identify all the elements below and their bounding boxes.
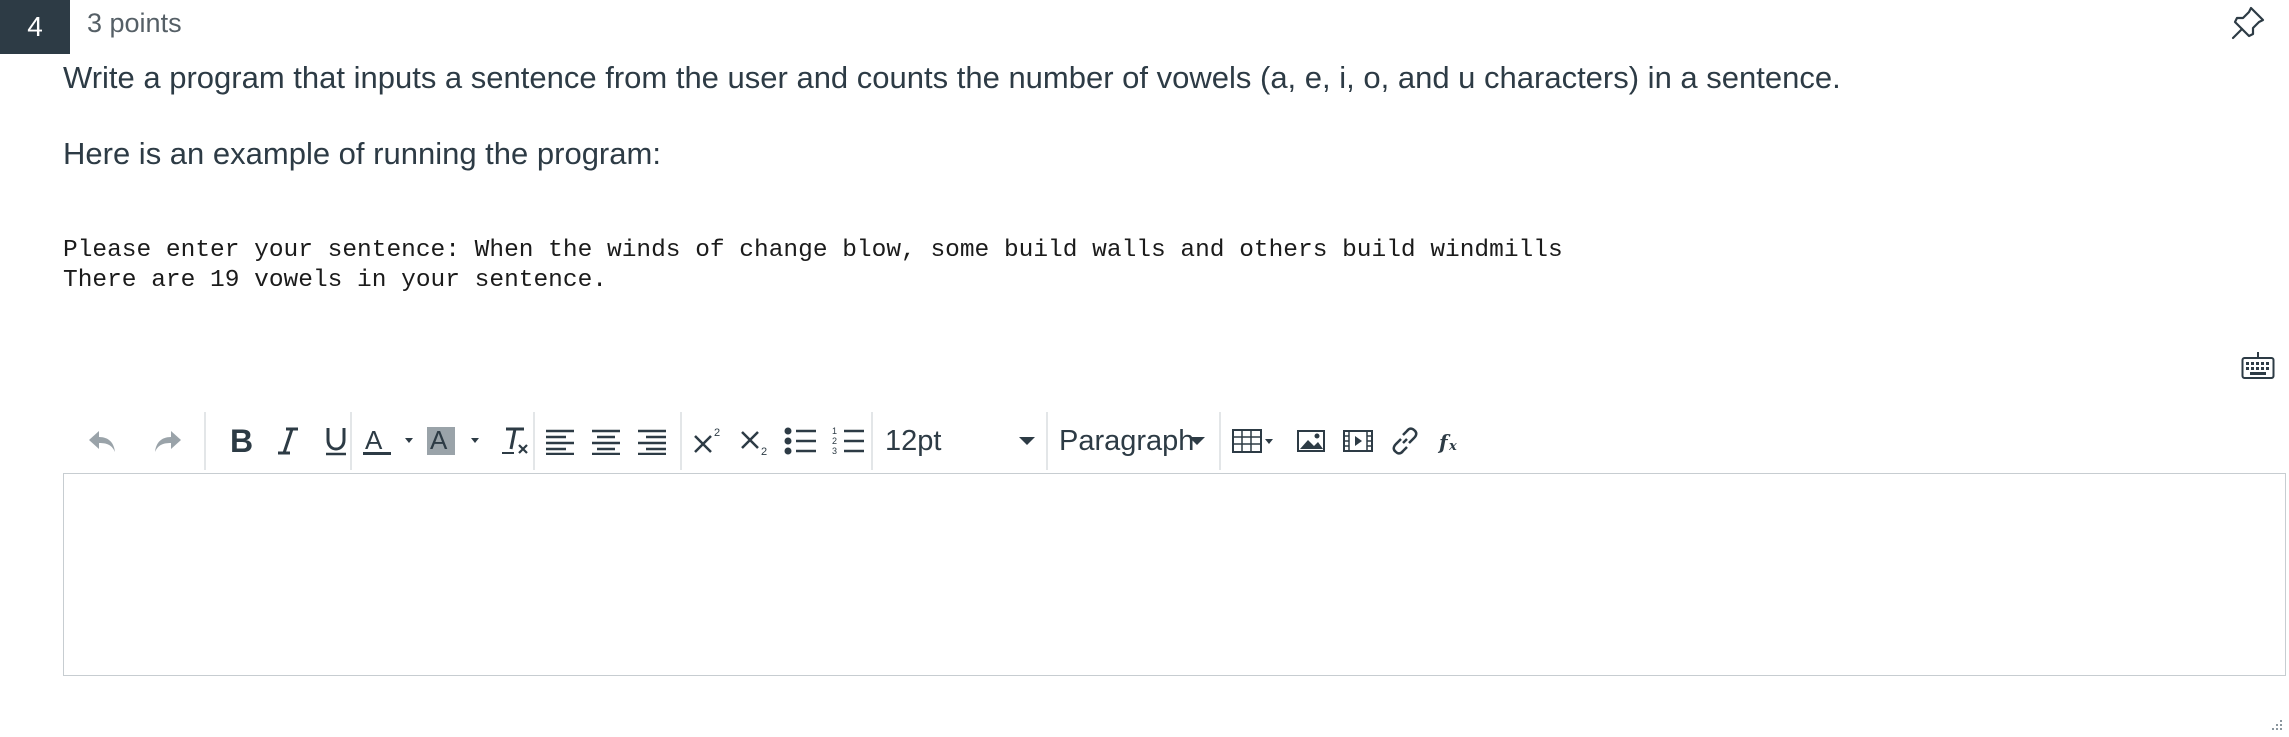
svg-text:B: B bbox=[230, 426, 253, 456]
example-line-2: There are 19 vowels in your sentence. bbox=[63, 267, 607, 294]
media-icon[interactable] bbox=[1333, 412, 1383, 470]
link-icon[interactable] bbox=[1380, 412, 1430, 470]
svg-text:x: x bbox=[1448, 439, 1457, 454]
block-format-value: Paragraph bbox=[1059, 424, 1195, 457]
svg-text:A: A bbox=[365, 425, 383, 455]
chevron-down-icon bbox=[1189, 437, 1205, 445]
resize-handle-icon[interactable] bbox=[2268, 716, 2284, 732]
svg-text:3: 3 bbox=[832, 446, 837, 456]
toolbar-separator bbox=[1219, 412, 1221, 470]
toolbar-separator bbox=[350, 412, 352, 470]
question-number: 4 bbox=[27, 11, 43, 42]
question-prompt: Write a program that inputs a sentence f… bbox=[63, 58, 2213, 174]
font-size-value: 12pt bbox=[885, 424, 942, 457]
italic-icon[interactable] bbox=[263, 412, 313, 470]
example-line-1: Please enter your sentence: When the win… bbox=[63, 237, 1563, 264]
chevron-down-icon bbox=[1019, 437, 1035, 445]
toolbar-separator bbox=[1046, 412, 1048, 470]
example-output: Please enter your sentence: When the win… bbox=[63, 236, 1563, 296]
align-right-icon[interactable] bbox=[627, 412, 677, 470]
align-left-icon[interactable] bbox=[535, 412, 585, 470]
prompt-text: Write a program that inputs a sentence f… bbox=[63, 60, 1841, 95]
toolbar-separator bbox=[871, 412, 873, 470]
image-icon[interactable] bbox=[1286, 412, 1336, 470]
svg-text:A: A bbox=[430, 425, 448, 455]
font-size-select[interactable]: 12pt bbox=[885, 412, 1035, 470]
prompt-example-intro: Here is an example of running the progra… bbox=[63, 136, 661, 171]
align-center-icon[interactable] bbox=[581, 412, 631, 470]
background-color-icon[interactable]: A bbox=[423, 412, 489, 470]
block-format-select[interactable]: Paragraph bbox=[1059, 412, 1205, 470]
undo-icon[interactable] bbox=[77, 412, 127, 470]
keyboard-shortcuts-icon[interactable] bbox=[2241, 350, 2275, 380]
pin-icon[interactable] bbox=[2229, 4, 2267, 42]
editor-toolbar: B A A 2 2 123 12pt Paragraph f x bbox=[63, 412, 2285, 470]
question-number-badge: 4 bbox=[0, 0, 70, 54]
underline-icon[interactable] bbox=[311, 412, 361, 470]
question-points: 3 points bbox=[87, 8, 182, 38]
toolbar-separator bbox=[204, 412, 206, 470]
svg-text:1: 1 bbox=[832, 426, 837, 436]
table-icon[interactable] bbox=[1229, 412, 1279, 470]
text-color-icon[interactable]: A bbox=[359, 412, 423, 470]
svg-text:2: 2 bbox=[714, 427, 720, 439]
equation-icon[interactable]: fx bbox=[1425, 412, 1475, 470]
numbered-list-icon[interactable]: 123 bbox=[823, 412, 873, 470]
svg-text:2: 2 bbox=[832, 436, 837, 446]
answer-editor[interactable] bbox=[63, 473, 2286, 676]
redo-icon[interactable] bbox=[143, 412, 193, 470]
bold-icon[interactable]: B bbox=[215, 412, 265, 470]
svg-text:2: 2 bbox=[761, 446, 767, 456]
bullet-list-icon[interactable] bbox=[775, 412, 825, 470]
